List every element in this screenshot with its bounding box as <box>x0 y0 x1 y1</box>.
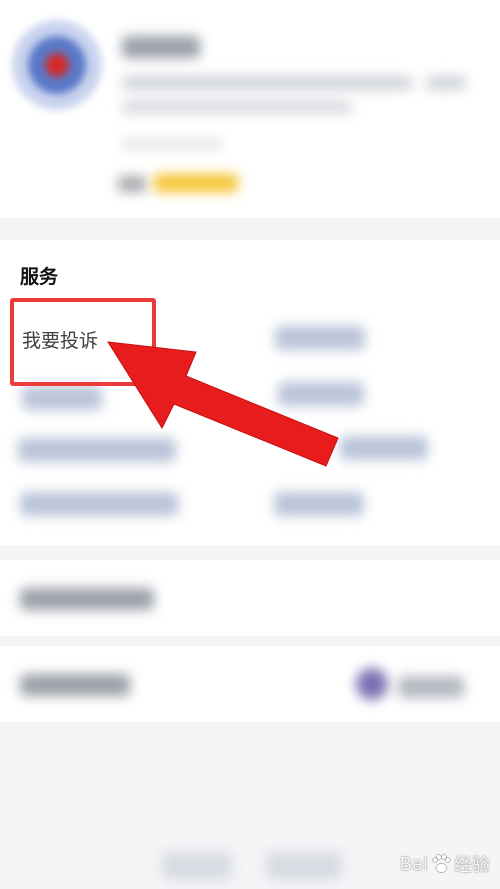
service-item[interactable] <box>18 438 176 462</box>
watermark-brand-right: 经验 <box>454 855 490 876</box>
profile-description-line2 <box>122 100 352 114</box>
profile-description-tail <box>426 76 466 90</box>
profile-name <box>122 36 200 58</box>
bottom-button[interactable] <box>266 852 342 880</box>
avatar[interactable] <box>12 20 102 110</box>
service-item[interactable] <box>278 382 364 406</box>
watermark-brand-left: Bai <box>399 853 428 875</box>
watermark: Bai 经验 <box>400 851 490 877</box>
row-label <box>20 674 130 696</box>
section-title: 服务 <box>20 266 59 288</box>
highlight-box <box>10 298 156 386</box>
bottom-button[interactable] <box>162 852 232 880</box>
service-item[interactable] <box>340 436 428 460</box>
service-item[interactable] <box>20 492 178 516</box>
settings-row[interactable] <box>0 646 500 722</box>
user-icon <box>356 668 388 700</box>
paw-icon <box>432 854 451 873</box>
row-label <box>20 588 154 610</box>
row-value <box>398 676 464 698</box>
service-item[interactable] <box>274 492 364 516</box>
profile-meta <box>122 138 222 150</box>
profile-description <box>122 76 412 90</box>
settings-row[interactable] <box>0 560 500 636</box>
profile-badge <box>154 174 238 192</box>
service-item[interactable] <box>275 326 365 350</box>
profile-header <box>0 0 500 218</box>
services-section: 服务 我要投诉 <box>0 240 500 545</box>
profile-tag <box>118 176 146 192</box>
service-item[interactable] <box>22 386 102 410</box>
